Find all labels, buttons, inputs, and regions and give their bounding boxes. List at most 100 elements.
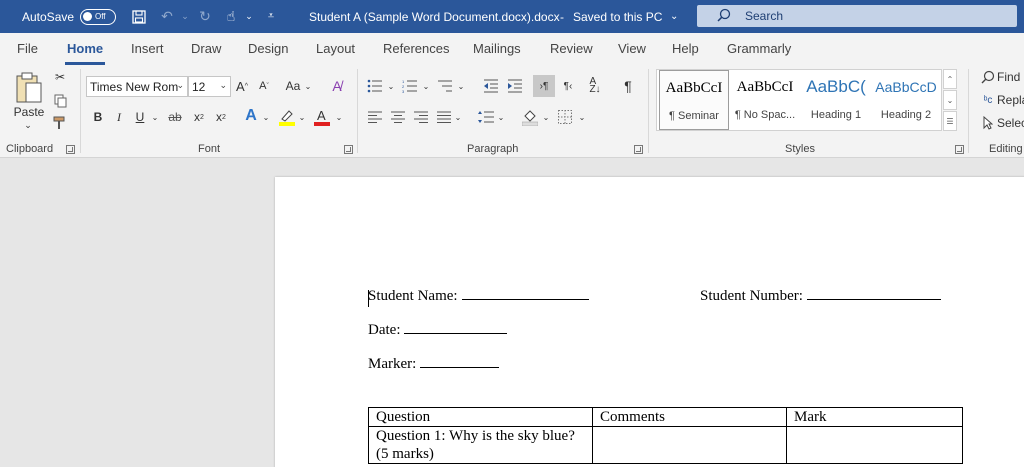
student-name-field[interactable]: Student Name: (368, 288, 589, 305)
save-icon[interactable] (130, 0, 148, 33)
replace-button[interactable]: Repla (997, 92, 1024, 108)
font-name-combo[interactable]: Times New Rom ⌄ (86, 76, 188, 97)
line-spacing-dropdown-icon[interactable]: ⌄ (496, 109, 506, 125)
table-header-question[interactable]: Question (368, 407, 593, 427)
font-color-icon[interactable]: A (313, 107, 331, 127)
multilevel-list-icon[interactable] (436, 77, 454, 95)
underline-icon[interactable]: U (133, 108, 147, 126)
document-page[interactable]: Student Name: Student Number: Date: Mark… (275, 177, 1024, 467)
numbering-icon[interactable]: 123 (401, 77, 419, 95)
redo-icon[interactable]: ↻ (196, 0, 214, 33)
bullets-icon[interactable] (366, 77, 384, 95)
tab-design[interactable]: Design (248, 41, 288, 56)
paragraph-launcher-icon[interactable] (634, 145, 643, 154)
touch-dropdown-icon[interactable]: ⌄ (240, 0, 258, 33)
strikethrough-icon[interactable]: ab (166, 108, 184, 126)
subscript-icon[interactable]: x2 (192, 108, 206, 126)
customize-toolbar-icon[interactable]: ⩡ (262, 0, 280, 33)
copy-icon[interactable] (52, 93, 68, 109)
tab-file[interactable]: File (17, 41, 38, 56)
save-status-chevron-icon[interactable]: ⌄ (670, 0, 678, 33)
table-header-mark[interactable]: Mark (786, 407, 963, 427)
tab-insert[interactable]: Insert (131, 41, 164, 56)
select-button[interactable]: Selec (997, 115, 1024, 131)
tab-home[interactable]: Home (64, 41, 106, 65)
font-name-dropdown-icon[interactable]: ⌄ (176, 80, 184, 91)
save-status[interactable]: Saved to this PC (573, 0, 662, 33)
justify-dropdown-icon[interactable]: ⌄ (453, 109, 463, 125)
find-icon[interactable] (979, 69, 997, 85)
line-spacing-icon[interactable] (477, 109, 495, 125)
tab-layout[interactable]: Layout (316, 41, 355, 56)
borders-icon[interactable] (556, 109, 574, 125)
tab-mailings[interactable]: Mailings (473, 41, 521, 56)
text-effects-dropdown-icon[interactable]: ⌄ (261, 108, 271, 126)
styles-scroll-up-icon[interactable]: ⌃ (943, 69, 957, 89)
comments-cell[interactable] (592, 426, 787, 464)
undo-icon[interactable]: ↶ (158, 0, 176, 33)
italic-icon[interactable]: I (112, 108, 126, 126)
find-button[interactable]: Find (997, 69, 1020, 85)
underline-dropdown-icon[interactable]: ⌄ (150, 108, 160, 126)
styles-scroll-down-icon[interactable]: ⌄ (943, 90, 957, 110)
tab-review[interactable]: Review (550, 41, 593, 56)
align-left-icon[interactable] (366, 109, 384, 125)
question-cell[interactable]: Question 1: Why is the sky blue? (5 mark… (368, 426, 593, 464)
tab-references[interactable]: References (383, 41, 449, 56)
font-size-combo[interactable]: 12 ⌄ (188, 76, 231, 97)
style-no-spacing[interactable]: AaBbCcI ¶ No Spac... (730, 70, 800, 130)
select-cursor-icon[interactable] (979, 115, 997, 131)
font-launcher-icon[interactable] (344, 145, 353, 154)
decrease-indent-icon[interactable] (482, 77, 500, 95)
clipboard-launcher-icon[interactable] (66, 145, 75, 154)
marker-blank[interactable] (420, 356, 500, 368)
highlight-dropdown-icon[interactable]: ⌄ (297, 108, 307, 126)
style-seminar[interactable]: AaBbCcI ¶ Seminar (659, 70, 729, 130)
style-heading-2[interactable]: AaBbCcD Heading 2 (871, 70, 941, 130)
marker-field[interactable]: Marker: (368, 356, 500, 373)
tab-draw[interactable]: Draw (191, 41, 221, 56)
font-color-dropdown-icon[interactable]: ⌄ (334, 108, 344, 126)
superscript-icon[interactable]: x2 (214, 108, 228, 126)
align-right-icon[interactable] (412, 109, 430, 125)
tab-grammarly[interactable]: Grammarly (727, 41, 791, 56)
paste-icon[interactable] (14, 71, 44, 105)
numbering-dropdown-icon[interactable]: ⌄ (421, 77, 431, 95)
increase-indent-icon[interactable] (506, 77, 524, 95)
borders-dropdown-icon[interactable]: ⌄ (577, 109, 587, 125)
rtl-text-icon[interactable]: ¶‹ (559, 77, 577, 95)
change-case-button[interactable]: Aa (283, 77, 303, 95)
show-formatting-marks-icon[interactable]: ¶ (620, 77, 636, 95)
ltr-text-icon[interactable]: ›¶ (533, 75, 555, 97)
paste-dropdown-icon[interactable]: ⌄ (22, 120, 34, 130)
cut-icon[interactable]: ✂ (52, 69, 68, 85)
format-painter-icon[interactable] (52, 115, 68, 131)
style-heading-1[interactable]: AaBbC( Heading 1 (801, 70, 871, 130)
paste-button[interactable]: Paste (10, 105, 48, 119)
bullets-dropdown-icon[interactable]: ⌄ (386, 77, 396, 95)
styles-launcher-icon[interactable] (955, 145, 964, 154)
tab-help[interactable]: Help (672, 41, 699, 56)
justify-icon[interactable] (435, 109, 453, 125)
student-number-field[interactable]: Student Number: (700, 288, 941, 305)
font-size-dropdown-icon[interactable]: ⌄ (219, 80, 227, 91)
autosave-toggle[interactable]: Off (80, 0, 116, 33)
tab-view[interactable]: View (618, 41, 646, 56)
shading-dropdown-icon[interactable]: ⌄ (541, 109, 551, 125)
text-effects-icon[interactable]: A (242, 106, 260, 126)
bold-icon[interactable]: B (90, 108, 106, 126)
styles-more-icon[interactable]: ☰ (943, 111, 957, 131)
replace-icon[interactable]: ᵇc (979, 92, 997, 108)
sort-icon[interactable]: A Z↓ (586, 77, 604, 95)
highlight-icon[interactable] (278, 107, 296, 127)
change-case-dropdown-icon[interactable]: ⌄ (303, 77, 313, 95)
align-center-icon[interactable] (389, 109, 407, 125)
mark-cell[interactable] (786, 426, 963, 464)
touch-mode-icon[interactable]: ☝ (222, 0, 240, 33)
grow-font-icon[interactable]: A ^ (234, 77, 250, 95)
date-blank[interactable] (404, 322, 508, 334)
date-field[interactable]: Date: (368, 322, 508, 339)
search-box[interactable]: Search (697, 5, 1017, 27)
student-number-blank[interactable] (806, 288, 941, 300)
shading-icon[interactable] (520, 107, 540, 127)
